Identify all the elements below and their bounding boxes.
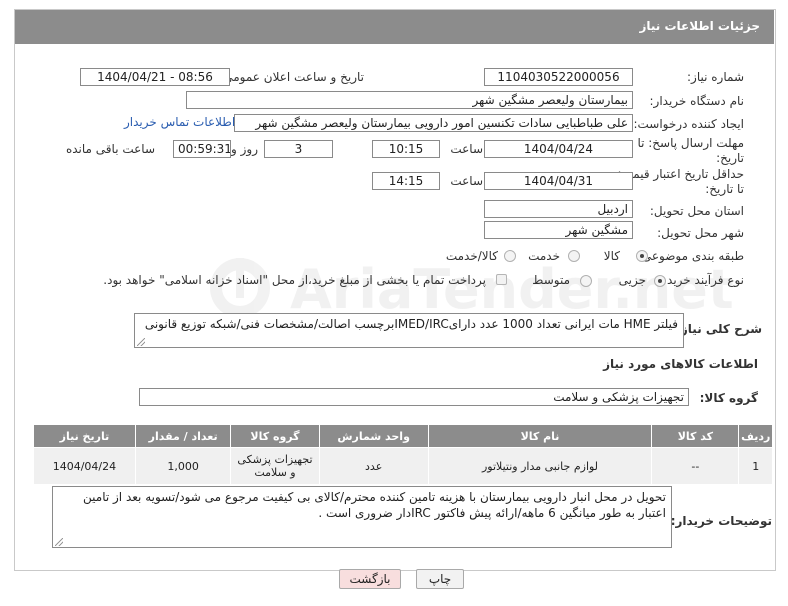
- cell-qty: 1,000: [134, 447, 232, 485]
- cell-name: لوازم جانبی مدار ونتیلاتور: [427, 447, 653, 485]
- table-row: 1 -- لوازم جانبی مدار ونتیلاتور عدد تجهی…: [33, 447, 773, 485]
- buyer-contact-link[interactable]: اطلاعات تماس خریدار: [124, 115, 235, 129]
- cell-unit: عدد: [318, 447, 429, 485]
- days-label: روز و: [231, 142, 258, 156]
- goods-table: ردیف کد کالا نام کالا واحد شمارش گروه کا…: [33, 424, 773, 485]
- days-remaining-field: 3: [264, 140, 333, 158]
- cell-row: 1: [738, 447, 773, 485]
- category-label: طبقه بندی موضوعی:: [637, 249, 744, 263]
- category-option-service: خدمت: [528, 249, 560, 263]
- category-option-goods: کالا: [603, 249, 620, 263]
- panel-title: جزئیات اطلاعات نیاز: [639, 19, 760, 33]
- col-qty: تعداد / مقدار: [134, 424, 232, 448]
- col-code: کد کالا: [651, 424, 740, 448]
- process-label: نوع فرآیند خرید :: [659, 273, 744, 287]
- announce-datetime-field: 1404/04/21 - 08:56: [80, 68, 230, 86]
- col-unit: واحد شمارش: [318, 424, 429, 448]
- cell-date: 1404/04/24: [33, 447, 136, 485]
- goods-table-header: ردیف کد کالا نام کالا واحد شمارش گروه کا…: [33, 424, 773, 448]
- need-number-label: شماره نیاز:: [687, 70, 744, 84]
- col-date: تاریخ نیاز: [33, 424, 136, 448]
- deadline-label: مهلت ارسال پاسخ: تا: [637, 136, 744, 150]
- col-group: گروه کالا: [230, 424, 320, 448]
- summary-label: شرح کلی نیاز:: [676, 322, 762, 336]
- goods-section-title: اطلاعات کالاهای مورد نیاز: [603, 357, 758, 371]
- time-remaining-field: 00:59:31: [173, 140, 231, 158]
- summary-text: فیلتر HME مات ایرانی تعداد 1000 عدد دارا…: [144, 317, 678, 331]
- print-button[interactable]: چاپ: [416, 569, 464, 589]
- buyer-org-field: بیمارستان ولیعصر مشگین شهر: [186, 91, 633, 109]
- col-row: ردیف: [738, 424, 773, 448]
- creator-field: علی طباطبایی سادات تکنسین امور دارویی بی…: [234, 114, 633, 132]
- deadline-time-field: 10:15: [372, 140, 440, 158]
- treasury-payment-note: پرداخت تمام یا بخشی از مبلغ خرید،از محل …: [103, 273, 486, 287]
- goods-group-label: گروه کالا:: [699, 391, 758, 405]
- deadline-time-label: ساعت: [450, 142, 483, 156]
- process-radio-medium[interactable]: [580, 275, 592, 287]
- need-number-field: 1104030522000056: [484, 68, 633, 86]
- summary-textarea[interactable]: فیلتر HME مات ایرانی تعداد 1000 عدد دارا…: [134, 313, 684, 348]
- back-button[interactable]: بازگشت: [339, 569, 401, 589]
- time-remaining-label: ساعت باقی مانده: [65, 142, 155, 156]
- province-field: اردبیل: [484, 200, 633, 218]
- buyer-notes-textarea[interactable]: تحویل در محل انبار دارویی بیمارستان با ه…: [52, 486, 672, 548]
- city-label: شهر محل تحویل:: [657, 226, 744, 240]
- category-radio-goods[interactable]: [636, 250, 648, 262]
- resize-grip-icon[interactable]: [55, 538, 63, 546]
- treasury-payment-checkbox[interactable]: [496, 274, 507, 285]
- province-label: استان محل تحویل:: [649, 204, 744, 218]
- city-field: مشگین شهر: [484, 221, 633, 239]
- announce-label: تاریخ و ساعت اعلان عمومی:: [219, 70, 364, 84]
- resize-grip-icon[interactable]: [137, 338, 145, 346]
- category-option-goods-service: کالا/خدمت: [445, 249, 498, 263]
- deadline-label-date: تاریخ:: [716, 151, 744, 165]
- cell-code: --: [651, 447, 740, 485]
- goods-group-field: تجهیزات پزشکی و سلامت: [139, 388, 689, 406]
- category-radio-service[interactable]: [568, 250, 580, 262]
- process-radio-minor[interactable]: [654, 275, 666, 287]
- creator-label: ایجاد کننده درخواست:: [633, 117, 744, 131]
- cell-group: تجهیزات پزشکی و سلامت: [230, 447, 320, 485]
- buyer-notes-text: تحویل در محل انبار دارویی بیمارستان با ه…: [83, 490, 666, 520]
- category-radio-goods-service[interactable]: [504, 250, 516, 262]
- validity-date-field: 1404/04/31: [484, 172, 633, 190]
- buyer-notes-label: توضیحات خریدار:: [670, 514, 772, 528]
- validity-time-label: ساعت: [450, 174, 483, 188]
- deadline-date-field: 1404/04/24: [484, 140, 633, 158]
- validity-label: حداقل تاریخ اعتبار قیمت:: [617, 167, 744, 181]
- validity-time-field: 14:15: [372, 172, 440, 190]
- col-name: نام کالا: [427, 424, 653, 448]
- process-option-minor: جزیی: [618, 273, 646, 287]
- validity-label-date: تا تاریخ:: [705, 182, 744, 196]
- process-option-medium: متوسط: [532, 273, 570, 287]
- buyer-org-label: نام دستگاه خریدار:: [649, 94, 745, 108]
- panel-header: جزئیات اطلاعات نیاز: [15, 10, 774, 44]
